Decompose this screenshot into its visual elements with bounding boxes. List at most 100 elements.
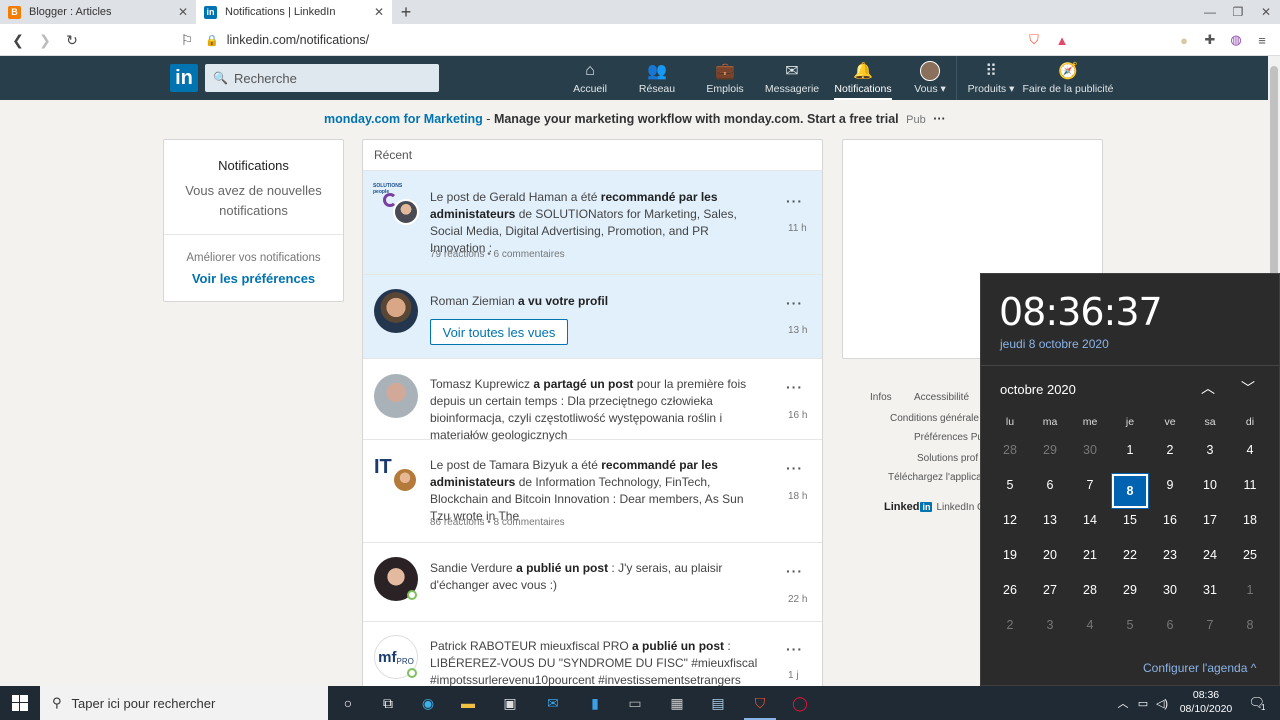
month-label[interactable]: octobre 2020 [1000,382,1076,397]
calendar-day[interactable]: 29 [1030,443,1070,457]
configure-agenda-link[interactable]: Configurer l'agenda ^ [1143,661,1256,675]
calendar-day[interactable]: 7 [1070,478,1110,492]
taskbar-search[interactable]: ⚲ Taper ici pour rechercher [40,686,328,720]
calendar-day[interactable]: 24 [1190,548,1230,562]
calendar-day[interactable]: 2 [990,618,1030,632]
scrollbar-thumb[interactable] [1270,66,1278,286]
calendar-day[interactable]: 3 [1190,443,1230,457]
calendar-day[interactable]: 6 [1150,618,1190,632]
notification-item[interactable]: Tomasz Kuprewicz a partagé un post pour … [363,359,822,442]
nav-me[interactable]: Vous ▾ [902,56,958,100]
taskbar-clock[interactable]: 08:36 08/10/2020 [1172,688,1240,716]
calendar-day[interactable]: 19 [990,548,1030,562]
store-icon[interactable]: ▣ [490,686,530,720]
nav-home[interactable]: ⌂ Accueil [566,56,614,100]
bookmark-icon[interactable]: ⚐ [174,27,200,53]
more-options-icon[interactable]: ··· [786,379,803,395]
extensions-icon[interactable]: ✚ [1200,30,1220,50]
calendar-day[interactable]: 30 [1150,583,1190,597]
calculator-icon[interactable]: ▦ [657,686,697,720]
app-icon[interactable]: ▭ [615,686,655,720]
calendar-day[interactable]: 5 [1110,618,1150,632]
minimize-icon[interactable]: — [1196,0,1224,24]
calendar-day[interactable]: 1 [1230,583,1270,597]
mail-icon[interactable]: ✉ [533,686,573,720]
start-button[interactable] [0,686,40,720]
file-explorer-icon[interactable]: ▬ [448,686,488,720]
calendar-day[interactable]: 28 [1070,583,1110,597]
close-icon[interactable]: ✕ [374,5,384,19]
calendar-day[interactable]: 1 [1110,443,1150,457]
nav-advertise[interactable]: 🧭 Faire de la publicité [1022,56,1114,100]
ad-link[interactable]: monday.com for Marketing [324,112,483,126]
search-input[interactable] [233,70,424,86]
calendar-day[interactable]: 23 [1150,548,1190,562]
calendar-day[interactable]: 4 [1070,618,1110,632]
calendar-day[interactable]: 14 [1070,513,1110,527]
nav-network[interactable]: 👥 Réseau [614,56,700,100]
notification-item[interactable]: Roman Ziemian a vu votre profil Voir tou… [363,275,822,359]
chevron-down-icon[interactable]: ﹀ [1241,378,1255,398]
more-options-icon[interactable]: ··· [786,460,803,476]
calendar-day[interactable]: 30 [1070,443,1110,457]
cortana-icon[interactable]: ○ [328,686,368,720]
calendar-day[interactable]: 27 [1030,583,1070,597]
forward-icon[interactable]: ❯ [32,27,58,53]
task-view-icon[interactable]: ⧉ [368,686,408,720]
calendar-day[interactable]: 5 [990,478,1030,492]
ad-text[interactable]: Manage your marketing workflow with mond… [494,112,899,126]
linkedin-logo[interactable]: in [170,64,198,92]
nav-notifications[interactable]: 🔔 Notifications [834,56,892,100]
action-center-icon[interactable]: 🗨 1 [1242,686,1272,720]
profile-icon[interactable]: ● [1174,30,1194,50]
footer-link[interactable]: Solutions prof [917,453,978,464]
calendar-day[interactable]: 18 [1230,513,1270,527]
footer-link[interactable]: Téléchargez l'applica [888,472,982,483]
calendar-day[interactable]: 3 [1030,618,1070,632]
edge-icon[interactable]: ◉ [408,686,448,720]
calendar-day[interactable]: 9 [1150,478,1190,492]
maximize-icon[interactable]: ❐ [1224,0,1252,24]
preferences-link[interactable]: Voir les préférences [164,271,343,286]
url-field[interactable]: 🔒 linkedin.com/notifications/ [205,28,1045,52]
calendar-day[interactable]: 2 [1150,443,1190,457]
view-all-views-button[interactable]: Voir toutes les vues [430,319,568,345]
calendar-day[interactable]: 12 [990,513,1030,527]
nav-products[interactable]: ⠿ Produits ▾ [962,56,1020,100]
opera-icon[interactable]: ◯ [780,686,820,720]
search-box[interactable]: 🔍 [205,64,439,92]
calendar-today[interactable]: 8 [1111,473,1149,509]
app-icon[interactable]: ▮ [575,686,615,720]
calendar-day[interactable]: 21 [1070,548,1110,562]
calendar-day[interactable]: 22 [1110,548,1150,562]
calendar-day[interactable]: 4 [1230,443,1270,457]
reactions-count[interactable]: 79 réactions • 6 commentaires [430,249,565,260]
calendar-day[interactable]: 8 [1230,618,1270,632]
new-tab-button[interactable]: + [392,0,420,24]
footer-link[interactable]: Infos [870,392,892,403]
notification-item[interactable]: SOLUTIONS people Le post de Gerald Haman … [363,171,822,275]
brave-shield-icon[interactable]: ⛉ [1024,30,1044,50]
notification-item[interactable]: IT Le post de Tamara Bizyuk a été recomm… [363,440,822,543]
calendar-day[interactable]: 7 [1190,618,1230,632]
calendar-day[interactable]: 13 [1030,513,1070,527]
calendar-day[interactable]: 6 [1030,478,1070,492]
tray-arrow-icon[interactable]: ︿ [1116,686,1130,720]
more-options-icon[interactable]: ··· [786,193,803,209]
ad-more-icon[interactable]: ··· [933,112,946,126]
footer-link[interactable]: Accessibilité [914,392,969,403]
more-options-icon[interactable]: ··· [786,563,803,579]
calendar-day[interactable]: 26 [990,583,1030,597]
calendar-day[interactable]: 10 [1190,478,1230,492]
calendar-day[interactable]: 25 [1230,548,1270,562]
calendar-day[interactable]: 16 [1150,513,1190,527]
brave-taskbar-icon[interactable]: ⛉ [740,686,780,720]
calendar-day[interactable]: 15 [1110,513,1150,527]
nav-jobs[interactable]: 💼 Emplois [700,56,750,100]
back-icon[interactable]: ❮ [5,27,31,53]
footer-link[interactable]: Conditions générale [890,413,979,424]
more-options-icon[interactable]: ··· [786,295,803,311]
reactions-count[interactable]: 86 réactions • 8 commentaires [430,517,565,528]
chevron-up-icon[interactable]: ︿ [1201,378,1215,398]
calendar-day[interactable]: 29 [1110,583,1150,597]
